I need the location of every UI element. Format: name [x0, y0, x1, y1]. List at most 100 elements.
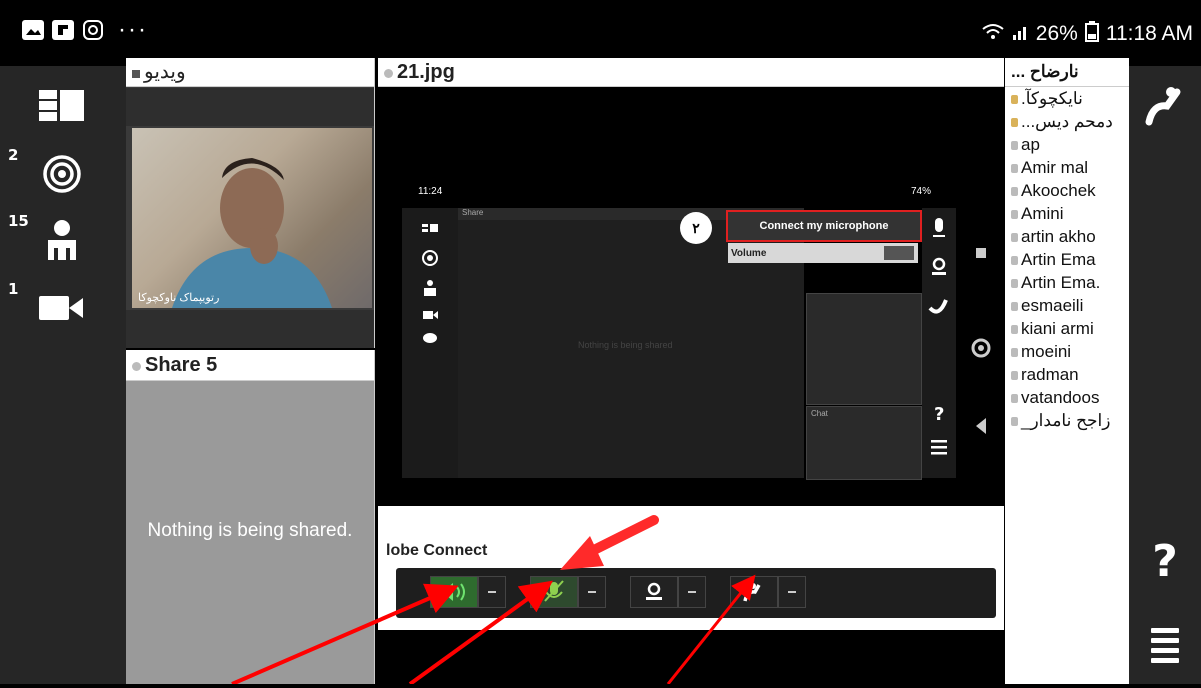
attendee-name: Amini: [1021, 204, 1064, 223]
attendee-item[interactable]: Amir mal: [1005, 156, 1129, 179]
attendee-pod: ... نارضاح .نایکچوکآ ...دمحم دیس ap Amir ma…: [1005, 58, 1129, 684]
camera-badge: 1: [8, 280, 19, 298]
attendee-name: kiani armi: [1021, 319, 1094, 338]
attendee-item[interactable]: Amini: [1005, 202, 1129, 225]
inner-time: 11:24: [418, 186, 443, 197]
attendee-item[interactable]: kiani armi: [1005, 317, 1129, 340]
pod-status-dot: [384, 69, 393, 78]
instagram-icon: [82, 20, 104, 40]
attendees-button[interactable]: [30, 212, 94, 268]
speaker-icon: [441, 583, 465, 601]
camera-button[interactable]: [30, 280, 94, 336]
inner-attendee-pod: [806, 293, 922, 405]
raise-hand-icon: [743, 583, 761, 602]
attendee-item[interactable]: Artin Ema: [1005, 248, 1129, 271]
pod-menu-icon[interactable]: [132, 70, 140, 78]
share5-message: Nothing is being shared.: [147, 520, 353, 541]
camera-icon: [39, 296, 83, 320]
speaker-dropdown[interactable]: [478, 576, 506, 608]
attendee-name: ...دمحم دیس: [1021, 112, 1113, 131]
attendee-item[interactable]: ...دمحم دیس: [1005, 110, 1129, 133]
attendee-name: esmaeili: [1021, 296, 1084, 315]
attendee-item[interactable]: Akoochek: [1005, 179, 1129, 202]
attendee-item[interactable]: vatandoos: [1005, 386, 1129, 409]
attendee-item[interactable]: esmaeili: [1005, 294, 1129, 317]
inner-volume-label: Volume: [731, 248, 767, 259]
raise-hand-button[interactable]: [730, 576, 778, 608]
microphone-button[interactable]: [530, 576, 578, 608]
participant-role-icon: [1011, 394, 1018, 404]
inner-step-badge: ۲: [680, 212, 712, 244]
attendee-item[interactable]: .نایکچوکآ: [1005, 87, 1129, 110]
webcam-feed: رتويپماک ناوکچوکا: [132, 128, 372, 308]
participant-role-icon: [1011, 279, 1018, 289]
battery-percent: 26%: [1035, 22, 1078, 45]
svg-text:?: ?: [934, 404, 944, 425]
speaker-button[interactable]: [430, 576, 478, 608]
adobe-connect-strip: lobe Connect: [378, 506, 1004, 630]
shared-image: 11:24 74% Share Nothing is being shared …: [378, 88, 1004, 688]
attendee-name: artin akho: [1021, 227, 1096, 246]
chevron-down-icon: [588, 591, 596, 593]
participant-role-icon: [1011, 325, 1018, 335]
help-button[interactable]: ?: [1137, 534, 1193, 590]
attendee-item[interactable]: _زاجح نامدار: [1005, 409, 1129, 432]
attendee-item[interactable]: radman: [1005, 363, 1129, 386]
share21-pod: 21.jpg 11:24 74% Share Nothing is being …: [378, 58, 1004, 688]
menu-button[interactable]: [1137, 614, 1193, 670]
share5-pod: Share 5 Nothing is being shared.: [126, 350, 375, 684]
more-notifications: ···: [118, 16, 148, 43]
attendee-name: _زاجح نامدار: [1021, 411, 1111, 430]
clock: 11:18 AM: [1105, 22, 1193, 45]
attendee-name: vatandoos: [1021, 388, 1100, 407]
attendee-name: Artin Ema.: [1021, 273, 1101, 292]
raise-hand-dropdown[interactable]: [778, 576, 806, 608]
signal-icon: [1012, 21, 1030, 47]
microphone-dropdown[interactable]: [578, 576, 606, 608]
raise-hand-icon: [1145, 87, 1181, 126]
participant-role-icon: [1011, 256, 1018, 266]
attendee-item[interactable]: ap: [1005, 133, 1129, 156]
webcam-dropdown[interactable]: [678, 576, 706, 608]
raise-hand-toolbar-button[interactable]: [1137, 78, 1193, 134]
attendee-item[interactable]: Artin Ema.: [1005, 271, 1129, 294]
attendee-name: Akoochek: [1021, 181, 1096, 200]
attendee-name: radman: [1021, 365, 1079, 384]
inner-connect-mic-button[interactable]: Connect my microphone: [726, 210, 922, 242]
broadcast-badge: 2: [8, 146, 19, 164]
webcam-caption: رتويپماک ناوکچوکا: [138, 292, 220, 304]
inner-left-rail: [402, 208, 458, 478]
attendee-icon: [48, 220, 76, 260]
webcam-button[interactable]: [630, 576, 678, 608]
right-toolbar: ?: [1129, 66, 1201, 684]
attendee-badge: 15: [8, 212, 29, 230]
webcam-icon: [646, 582, 662, 600]
attendee-name: Artin Ema: [1021, 250, 1096, 269]
inner-right-icons: ?: [928, 218, 948, 455]
pod-status-dot: [132, 362, 141, 371]
inner-chat-pod: Chat: [806, 406, 922, 480]
gallery-icon: [22, 20, 44, 40]
participant-role-icon: [1011, 417, 1018, 427]
attendee-name: Amir mal: [1021, 158, 1089, 177]
inner-volume-row: Volume: [728, 243, 918, 263]
attendee-item[interactable]: artin akho: [1005, 225, 1129, 248]
chevron-down-icon: [488, 591, 496, 593]
wifi-icon: [980, 21, 1006, 47]
layout-button[interactable]: [30, 78, 94, 134]
battery-icon: [1084, 20, 1100, 48]
inner-nothing-shared: Nothing is being shared: [578, 340, 673, 350]
hamburger-menu-icon: [1151, 628, 1179, 663]
participant-role-icon: [1011, 187, 1018, 197]
attendee-pod-title: ... نارضاح: [1005, 58, 1129, 87]
inner-right-rail: ?: [922, 208, 956, 478]
inner-rail-icons: [422, 224, 438, 343]
attendee-name: moeini: [1021, 342, 1072, 361]
adobe-connect-label: lobe Connect: [386, 542, 488, 559]
broadcast-button[interactable]: [30, 146, 94, 202]
attendee-item[interactable]: moeini: [1005, 340, 1129, 363]
participant-role-icon: [1011, 141, 1018, 151]
inner-chat-title: Chat: [811, 409, 828, 418]
attendee-name: .نایکچوکآ: [1021, 89, 1083, 108]
participant-role-icon: [1011, 371, 1018, 381]
